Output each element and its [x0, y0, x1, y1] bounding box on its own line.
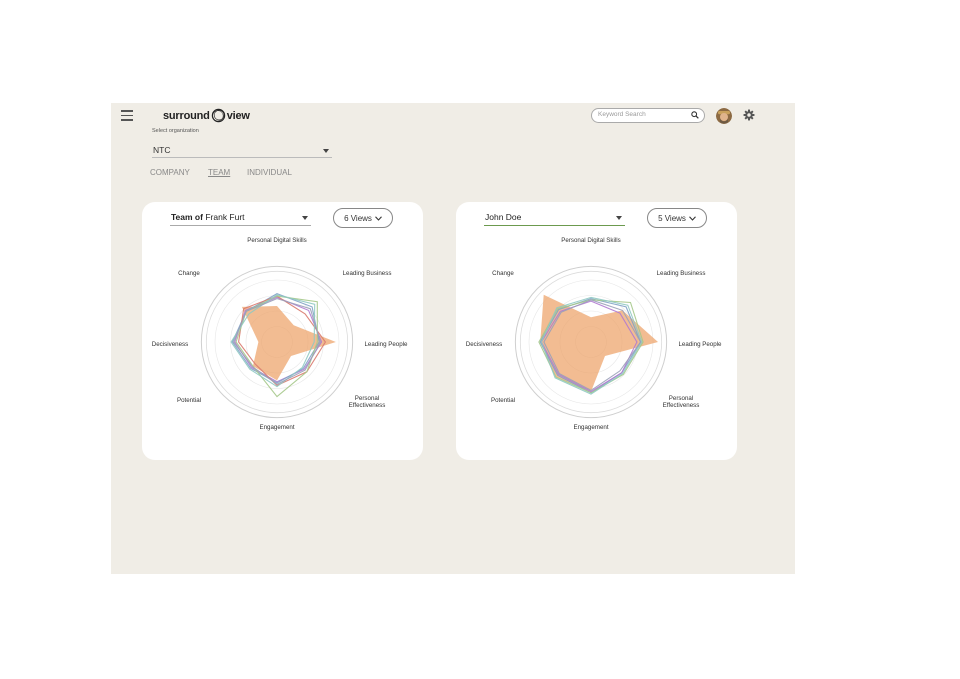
axis-label: Decisiveness [466, 341, 502, 348]
axis-label: Leading People [678, 341, 722, 348]
avatar[interactable] [716, 108, 732, 124]
brand-right-text: view [226, 109, 250, 122]
search-icon[interactable] [691, 111, 699, 119]
tab-company[interactable]: COMPANY [150, 168, 190, 177]
axis-label: Leading Business [657, 270, 706, 277]
brand-ring-icon [211, 108, 225, 123]
brand-left-text: surround [163, 109, 210, 122]
radar-chart: Personal Digital Skills Leading Business L… [152, 237, 408, 431]
tab-individual[interactable]: INDIVIDUAL [247, 168, 292, 177]
axis-label: Leading Business [343, 270, 392, 277]
axis-label: Decisiveness [152, 341, 188, 348]
axis-label: Engagement [259, 424, 294, 431]
individual-radar-card: John Doe 5 Views Personal Digital Skills… [456, 202, 737, 460]
chevron-down-icon [323, 149, 329, 153]
axis-label: Personal Effectiveness [663, 395, 700, 409]
hamburger-menu-icon[interactable] [121, 110, 133, 121]
team-radar-card: Team of Frank Furt 6 Views Personal Digi… [142, 202, 423, 460]
app-window: surround view Select organization NTC CO… [111, 103, 795, 574]
tab-team[interactable]: TEAM [208, 168, 230, 177]
axis-label: Change [492, 270, 514, 277]
search-input[interactable] [598, 111, 684, 118]
org-select[interactable]: NTC [152, 143, 332, 158]
settings-gear-icon[interactable] [743, 108, 755, 126]
axis-label: Personal Effectiveness [349, 395, 386, 409]
axis-label: Potential [177, 397, 201, 404]
org-select-label: Select organization [152, 128, 199, 134]
axis-label: Change [178, 270, 200, 277]
axis-label: Potential [491, 397, 515, 404]
keyword-search [591, 108, 705, 123]
axis-label: Engagement [573, 424, 608, 431]
org-select-value: NTC [153, 145, 171, 155]
brand-logo: surround view [163, 108, 250, 123]
radar-chart: Personal Digital Skills Leading Business L… [466, 237, 722, 431]
axis-label: Personal Digital Skills [561, 237, 621, 244]
axis-label: Personal Digital Skills [247, 237, 307, 244]
axis-label: Leading People [364, 341, 408, 348]
